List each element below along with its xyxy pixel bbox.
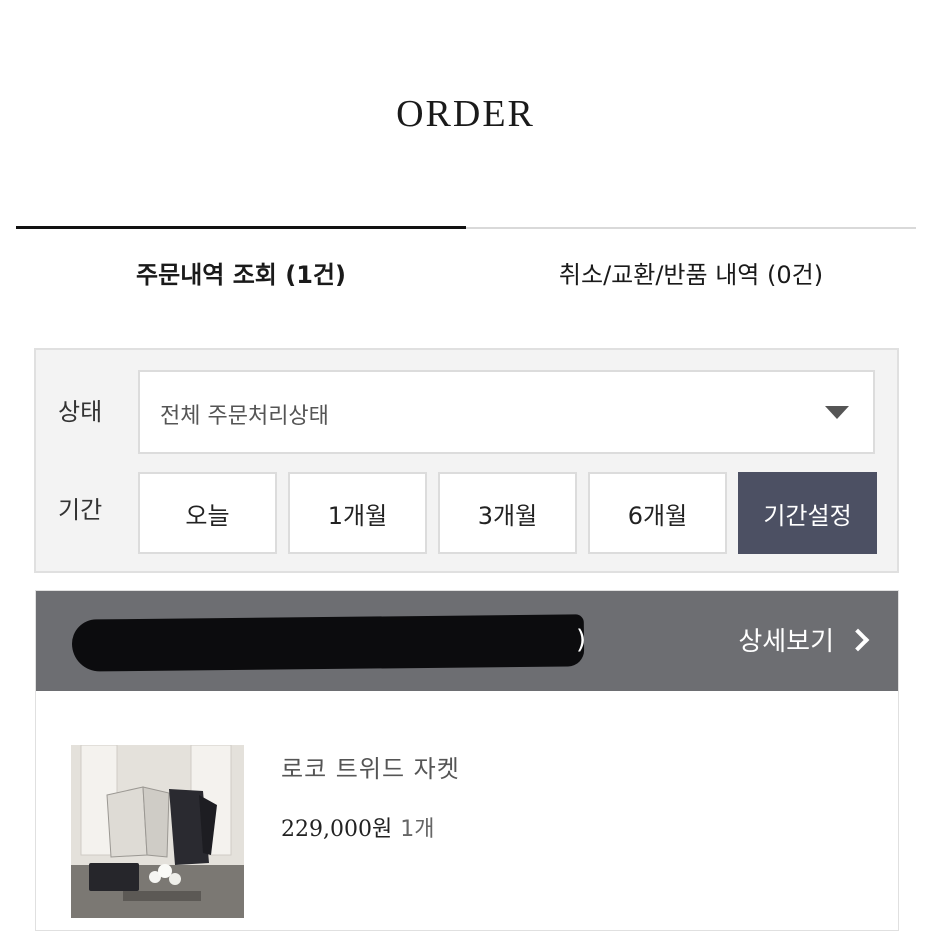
period-6-month-button[interactable]: 6개월: [588, 472, 727, 554]
order-header-suffix: ): [576, 625, 587, 655]
status-filter-label: 상태: [58, 398, 103, 426]
page-title: ORDER: [396, 93, 535, 135]
period-filter-label: 기간: [58, 496, 103, 524]
order-status-select-value: 전체 주문처리상태: [160, 404, 329, 429]
order-detail-label: 상세보기: [738, 627, 834, 657]
product-name[interactable]: 로코 트위드 자켓: [281, 749, 460, 784]
product-quantity: 1개: [400, 817, 435, 842]
order-filter-panel: 상태 전체 주문처리상태 기간 오늘 1개월 3개월 6개월 기간설정: [34, 348, 899, 573]
period-3-month-button[interactable]: 3개월: [438, 472, 577, 554]
tab-order-history[interactable]: 주문내역 조회 (1건): [16, 255, 466, 290]
caret-down-icon: [825, 406, 849, 419]
order-card: ) 상세보기 로코 트위드 자켓 229,000원 1개: [35, 590, 899, 931]
chevron-right-icon: [846, 628, 870, 651]
product-thumbnail[interactable]: [71, 745, 244, 918]
order-status-select[interactable]: 전체 주문처리상태: [138, 370, 875, 454]
product-price-line: 229,000원 1개: [281, 811, 434, 843]
redacted-order-info: [71, 614, 585, 672]
period-1-month-button[interactable]: 1개월: [288, 472, 427, 554]
tab-active-indicator: [16, 226, 466, 229]
period-custom-button[interactable]: 기간설정: [738, 472, 877, 554]
order-detail-link[interactable]: 상세보기: [738, 621, 870, 658]
product-price: 229,000원: [281, 817, 393, 842]
tweed-jacket-photo: [71, 745, 244, 918]
tab-cancel-exchange-return[interactable]: 취소/교환/반품 내역 (0건): [466, 255, 916, 290]
period-today-button[interactable]: 오늘: [138, 472, 277, 554]
order-header: ) 상세보기: [36, 591, 898, 691]
